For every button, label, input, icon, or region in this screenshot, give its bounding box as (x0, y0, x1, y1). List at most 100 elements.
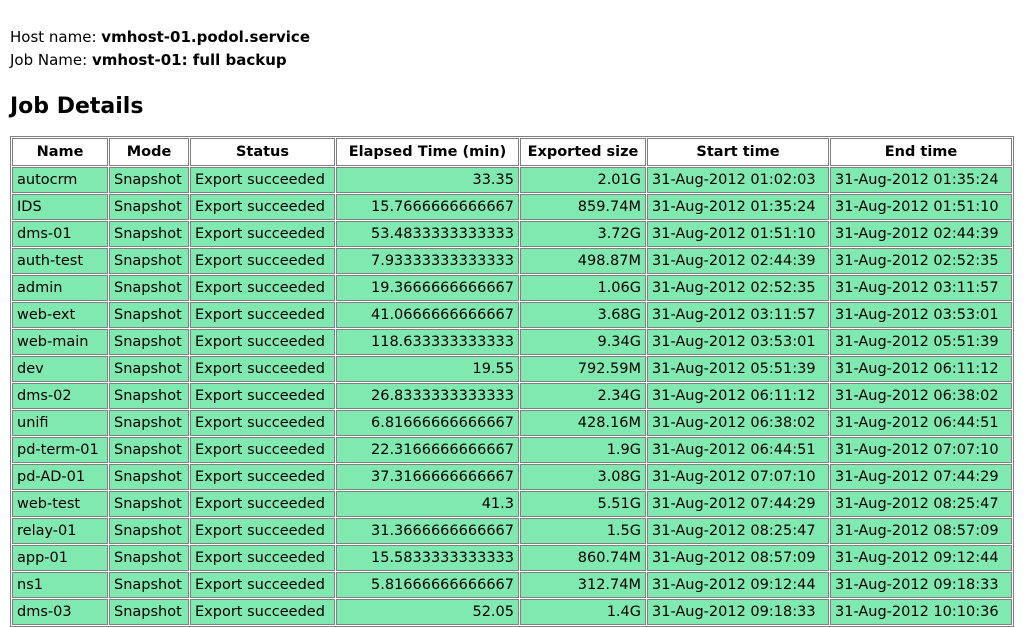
host-name-label: Host name: (10, 28, 97, 46)
cell-mode: Snapshot (109, 464, 189, 490)
cell-start: 31-Aug-2012 01:51:10 (647, 221, 829, 247)
cell-size: 3.08G (520, 464, 646, 490)
cell-end: 31-Aug-2012 07:44:29 (830, 464, 1012, 490)
cell-size: 428.16M (520, 410, 646, 436)
table-row: auth-test Snapshot Export succeeded 7.93333… (12, 248, 1012, 274)
cell-elapsed: 118.633333333333 (336, 329, 519, 355)
cell-size: 3.68G (520, 302, 646, 328)
cell-start: 31-Aug-2012 08:57:09 (647, 545, 829, 571)
cell-size: 9.34G (520, 329, 646, 355)
cell-mode: Snapshot (109, 410, 189, 436)
cell-status: Export succeeded (190, 329, 335, 355)
cell-name: app-01 (12, 545, 108, 571)
cell-start: 31-Aug-2012 01:35:24 (647, 194, 829, 220)
cell-name: web-main (12, 329, 108, 355)
table-header: Name Mode Status Elapsed Time (min) Exported… (12, 138, 1012, 166)
cell-mode: Snapshot (109, 356, 189, 382)
cell-mode: Snapshot (109, 491, 189, 517)
column-header-mode[interactable]: Mode (109, 138, 189, 166)
cell-name: web-test (12, 491, 108, 517)
cell-end: 31-Aug-2012 02:44:39 (830, 221, 1012, 247)
cell-mode: Snapshot (109, 248, 189, 274)
cell-start: 31-Aug-2012 03:53:01 (647, 329, 829, 355)
table-row: IDS Snapshot Export succeeded 15.7666666666… (12, 194, 1012, 220)
cell-elapsed: 26.8333333333333 (336, 383, 519, 409)
table-row: relay-01 Snapshot Export succeeded 31.36666… (12, 518, 1012, 544)
cell-size: 2.34G (520, 383, 646, 409)
cell-start: 31-Aug-2012 06:11:12 (647, 383, 829, 409)
cell-status: Export succeeded (190, 221, 335, 247)
cell-elapsed: 33.35 (336, 167, 519, 193)
cell-name: ns1 (12, 572, 108, 598)
cell-size: 2.01G (520, 167, 646, 193)
cell-mode: Snapshot (109, 329, 189, 355)
cell-status: Export succeeded (190, 464, 335, 490)
job-name-line: Job Name: vmhost-01: full backup (10, 49, 1034, 72)
cell-mode: Snapshot (109, 194, 189, 220)
cell-size: 5.51G (520, 491, 646, 517)
cell-elapsed: 19.3666666666667 (336, 275, 519, 301)
column-header-name[interactable]: Name (12, 138, 108, 166)
cell-size: 792.59M (520, 356, 646, 382)
cell-elapsed: 6.81666666666667 (336, 410, 519, 436)
cell-name: admin (12, 275, 108, 301)
cell-size: 3.72G (520, 221, 646, 247)
column-header-elapsed[interactable]: Elapsed Time (min) (336, 138, 519, 166)
cell-name: pd-term-01 (12, 437, 108, 463)
cell-start: 31-Aug-2012 02:44:39 (647, 248, 829, 274)
cell-size: 1.4G (520, 599, 646, 625)
table-row: web-test Snapshot Export succeeded 41.3 5.51… (12, 491, 1012, 517)
column-header-size[interactable]: Exported size (520, 138, 646, 166)
cell-start: 31-Aug-2012 07:07:10 (647, 464, 829, 490)
page-title: Job Details (10, 94, 144, 119)
cell-end: 31-Aug-2012 06:44:51 (830, 410, 1012, 436)
cell-start: 31-Aug-2012 09:18:33 (647, 599, 829, 625)
cell-name: dms-03 (12, 599, 108, 625)
cell-name: dms-01 (12, 221, 108, 247)
cell-elapsed: 37.3166666666667 (336, 464, 519, 490)
cell-elapsed: 15.5833333333333 (336, 545, 519, 571)
cell-size: 312.74M (520, 572, 646, 598)
cell-end: 31-Aug-2012 03:53:01 (830, 302, 1012, 328)
cell-elapsed: 22.3166666666667 (336, 437, 519, 463)
cell-start: 31-Aug-2012 01:02:03 (647, 167, 829, 193)
column-header-start[interactable]: Start time (647, 138, 829, 166)
column-header-status[interactable]: Status (190, 138, 335, 166)
cell-status: Export succeeded (190, 518, 335, 544)
cell-elapsed: 41.3 (336, 491, 519, 517)
cell-start: 31-Aug-2012 03:11:57 (647, 302, 829, 328)
table-row: pd-AD-01 Snapshot Export succeeded 37.31666… (12, 464, 1012, 490)
cell-end: 31-Aug-2012 01:51:10 (830, 194, 1012, 220)
table-body: autocrm Snapshot Export succeeded 33.35 2.01… (12, 167, 1012, 625)
cell-start: 31-Aug-2012 07:44:29 (647, 491, 829, 517)
cell-elapsed: 52.05 (336, 599, 519, 625)
cell-elapsed: 19.55 (336, 356, 519, 382)
cell-size: 860.74M (520, 545, 646, 571)
cell-status: Export succeeded (190, 572, 335, 598)
host-name-line: Host name: vmhost-01.podol.service (10, 26, 1034, 49)
table-row: dms-02 Snapshot Export succeeded 26.8333333… (12, 383, 1012, 409)
cell-size: 498.87M (520, 248, 646, 274)
cell-start: 31-Aug-2012 06:38:02 (647, 410, 829, 436)
cell-mode: Snapshot (109, 599, 189, 625)
cell-size: 1.9G (520, 437, 646, 463)
cell-name: web-ext (12, 302, 108, 328)
report-page: Host name: vmhost-01.podol.service Job N… (0, 0, 1034, 627)
cell-end: 31-Aug-2012 10:10:36 (830, 599, 1012, 625)
cell-elapsed: 53.4833333333333 (336, 221, 519, 247)
host-name-value: vmhost-01.podol.service (101, 28, 310, 46)
column-header-end[interactable]: End time (830, 138, 1012, 166)
cell-end: 31-Aug-2012 09:12:44 (830, 545, 1012, 571)
table-row: web-main Snapshot Export succeeded 118.6333… (12, 329, 1012, 355)
table-header-row: Name Mode Status Elapsed Time (min) Exported… (12, 138, 1012, 166)
table-row: admin Snapshot Export succeeded 19.36666666… (12, 275, 1012, 301)
cell-start: 31-Aug-2012 08:25:47 (647, 518, 829, 544)
cell-start: 31-Aug-2012 09:12:44 (647, 572, 829, 598)
job-name-label: Job Name: (10, 51, 88, 69)
cell-end: 31-Aug-2012 08:57:09 (830, 518, 1012, 544)
cell-end: 31-Aug-2012 05:51:39 (830, 329, 1012, 355)
cell-mode: Snapshot (109, 383, 189, 409)
cell-end: 31-Aug-2012 03:11:57 (830, 275, 1012, 301)
table-row: pd-term-01 Snapshot Export succeeded 22.316… (12, 437, 1012, 463)
cell-status: Export succeeded (190, 437, 335, 463)
